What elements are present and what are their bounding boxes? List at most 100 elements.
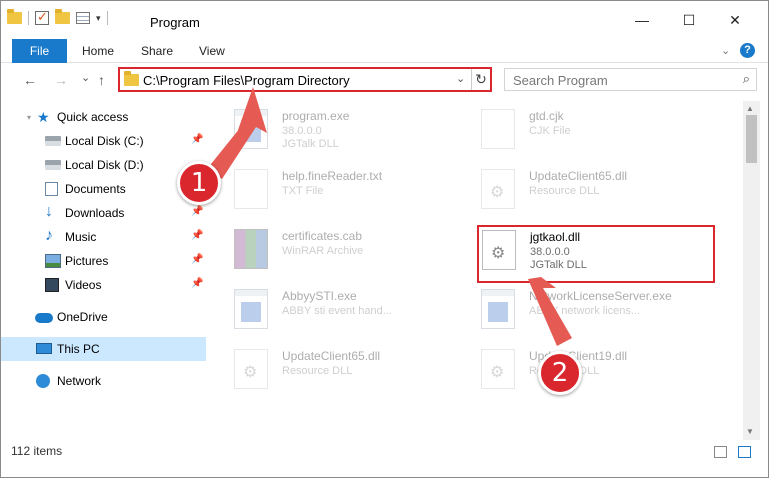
divider xyxy=(106,11,108,25)
divider xyxy=(28,11,29,25)
document-icon xyxy=(481,109,515,149)
file-name: program.exe xyxy=(282,109,350,123)
file-detail: JGTalk DLL xyxy=(530,259,587,271)
sidebar-item-documents[interactable]: Documents 📌 xyxy=(1,177,206,201)
file-item-certificates-cab[interactable]: certificates.cab WinRAR Archive xyxy=(234,227,454,273)
address-bar[interactable]: C:\Program Files\Program Directory ⌄ ↻ xyxy=(118,67,492,92)
search-icon[interactable]: ⌕ xyxy=(743,71,750,87)
file-item-updateclient19-dll[interactable]: UpdateClient19.dll Resource DLL xyxy=(481,347,701,393)
quick-access-toolbar: ▾ xyxy=(7,9,108,25)
scroll-down-icon[interactable]: ▼ xyxy=(746,427,754,436)
sidebar-item-label: This PC xyxy=(57,342,100,356)
file-item-gtd-cjk[interactable]: gtd.cjk CJK File xyxy=(481,107,701,153)
window-title: Program xyxy=(150,15,200,30)
customize-dropdown-icon[interactable]: ▾ xyxy=(96,13,101,24)
properties-icon[interactable] xyxy=(76,12,90,24)
chevron-down-icon[interactable]: ▾ xyxy=(27,113,31,122)
status-bar: 112 items xyxy=(1,441,768,463)
file-detail: Resource DLL xyxy=(529,185,600,197)
pin-icon[interactable]: 📌 xyxy=(191,254,203,265)
callout-badge-2: 2 xyxy=(538,351,582,395)
sidebar-item-label: Local Disk (D:) xyxy=(65,158,144,172)
callout-badge-1: 1 xyxy=(177,161,221,205)
forward-button[interactable]: → xyxy=(54,72,68,88)
search-input[interactable]: Search Program xyxy=(513,73,608,88)
sidebar-item-downloads[interactable]: ↓ Downloads 📌 xyxy=(1,201,206,225)
expand-ribbon-icon[interactable]: ⌄ xyxy=(721,44,730,57)
documents-icon xyxy=(45,182,58,196)
sidebar-item-label: Quick access xyxy=(57,110,129,124)
exe-icon xyxy=(481,289,515,329)
onedrive-icon xyxy=(35,313,53,323)
tab-file[interactable]: File xyxy=(12,39,67,63)
pin-icon[interactable]: 📌 xyxy=(191,278,203,289)
details-view-icon[interactable] xyxy=(714,446,727,458)
recent-locations-icon[interactable]: ⌄ xyxy=(81,71,90,84)
downloads-icon: ↓ xyxy=(45,203,53,220)
close-button[interactable]: ✕ xyxy=(725,10,745,30)
sidebar-item-quick-access[interactable]: ▾ ★ Quick access xyxy=(1,105,206,129)
videos-icon xyxy=(45,278,59,292)
sidebar-item-music[interactable]: ♪ Music 📌 xyxy=(1,225,206,249)
help-icon[interactable]: ? xyxy=(740,43,755,58)
file-item-program-exe[interactable]: program.exe 38.0.0.0 JGTalk DLL xyxy=(234,107,454,153)
back-button[interactable]: ← xyxy=(23,72,37,88)
sidebar-item-label: Downloads xyxy=(65,206,125,220)
new-folder-icon[interactable] xyxy=(55,9,70,24)
sidebar-item-onedrive[interactable]: OneDrive xyxy=(1,305,206,329)
scroll-up-icon[interactable]: ▲ xyxy=(746,104,754,113)
file-detail: Resource DLL xyxy=(282,365,353,377)
file-item-abbyysti-exe[interactable]: AbbyySTI.exe ABBY sti event hand... xyxy=(234,287,454,333)
sidebar-item-videos[interactable]: Videos 📌 xyxy=(1,273,206,297)
dll-icon xyxy=(481,349,515,389)
up-button[interactable]: ↑ xyxy=(98,72,105,88)
dll-icon xyxy=(481,169,515,209)
large-icons-view-icon[interactable] xyxy=(738,446,751,458)
vertical-scrollbar[interactable]: ▲ ▼ xyxy=(743,101,760,440)
address-path[interactable]: C:\Program Files\Program Directory xyxy=(143,73,350,88)
maximize-button[interactable]: ☐ xyxy=(679,10,699,30)
tab-home[interactable]: Home xyxy=(82,39,114,63)
network-icon xyxy=(36,374,50,388)
scrollbar-thumb[interactable] xyxy=(746,115,757,163)
properties-check-icon[interactable] xyxy=(35,9,49,25)
file-item-updateclient65-dll-2[interactable]: UpdateClient65.dll Resource DLL xyxy=(234,347,454,393)
file-name: AbbyySTI.exe xyxy=(282,289,357,303)
sidebar-item-pictures[interactable]: Pictures 📌 xyxy=(1,249,206,273)
pin-icon[interactable]: 📌 xyxy=(191,230,203,241)
file-detail: TXT File xyxy=(282,185,324,197)
minimize-button[interactable]: — xyxy=(632,10,652,30)
sidebar-item-this-pc[interactable]: This PC xyxy=(1,337,206,361)
pin-icon[interactable]: 📌 xyxy=(191,206,203,217)
sidebar-item-local-disk-c[interactable]: Local Disk (C:) 📌 xyxy=(1,129,206,153)
file-name: help.fineReader.txt xyxy=(282,169,383,183)
disk-icon xyxy=(45,136,61,146)
sidebar-item-local-disk-d[interactable]: Local Disk (D:) xyxy=(1,153,206,177)
archive-icon xyxy=(234,229,268,269)
file-item-jgtkaol-dll[interactable]: jgtkaol.dll 38.0.0.0 JGTalk DLL xyxy=(482,228,710,274)
file-detail: WinRAR Archive xyxy=(282,245,364,257)
file-name: UpdateClient65.dll xyxy=(282,349,381,363)
file-item-networklicenseserver-exe[interactable]: NetworkLicenseServer.exe ABBY network li… xyxy=(481,287,731,333)
address-dropdown-icon[interactable]: ⌄ xyxy=(456,72,465,85)
exe-icon xyxy=(234,109,268,149)
pin-icon[interactable]: 📌 xyxy=(191,134,203,145)
tab-view[interactable]: View xyxy=(199,39,225,63)
folder-icon[interactable] xyxy=(7,9,22,24)
star-icon: ★ xyxy=(37,109,50,125)
this-pc-icon xyxy=(36,343,52,354)
refresh-button[interactable]: ↻ xyxy=(471,69,490,90)
file-detail: 38.0.0.0 xyxy=(530,246,570,258)
folder-icon xyxy=(124,71,139,86)
sidebar-item-network[interactable]: Network xyxy=(1,369,206,393)
file-name: jgtkaol.dll xyxy=(530,230,581,244)
item-count: 112 items xyxy=(11,444,63,458)
search-box[interactable]: Search Program ⌕ xyxy=(504,68,757,91)
file-item-help-txt[interactable]: help.fineReader.txt TXT File xyxy=(234,167,454,213)
document-icon xyxy=(234,169,268,209)
file-item-updateclient65-dll[interactable]: UpdateClient65.dll Resource DLL xyxy=(481,167,701,213)
sidebar-item-label: OneDrive xyxy=(57,310,108,324)
file-detail: 38.0.0.0 xyxy=(282,125,322,137)
tab-share[interactable]: Share xyxy=(141,39,173,63)
navigation-pane: ▾ ★ Quick access Local Disk (C:) 📌 Local… xyxy=(1,101,207,431)
